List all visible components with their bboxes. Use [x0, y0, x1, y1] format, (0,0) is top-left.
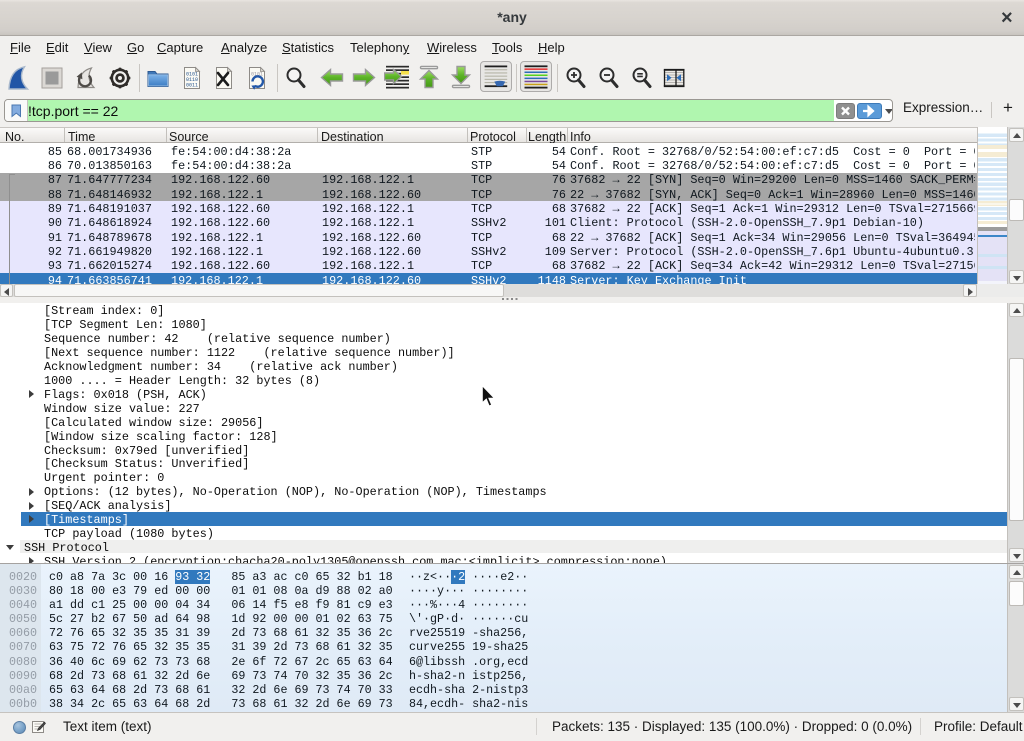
svg-text:0011: 0011: [186, 83, 198, 89]
